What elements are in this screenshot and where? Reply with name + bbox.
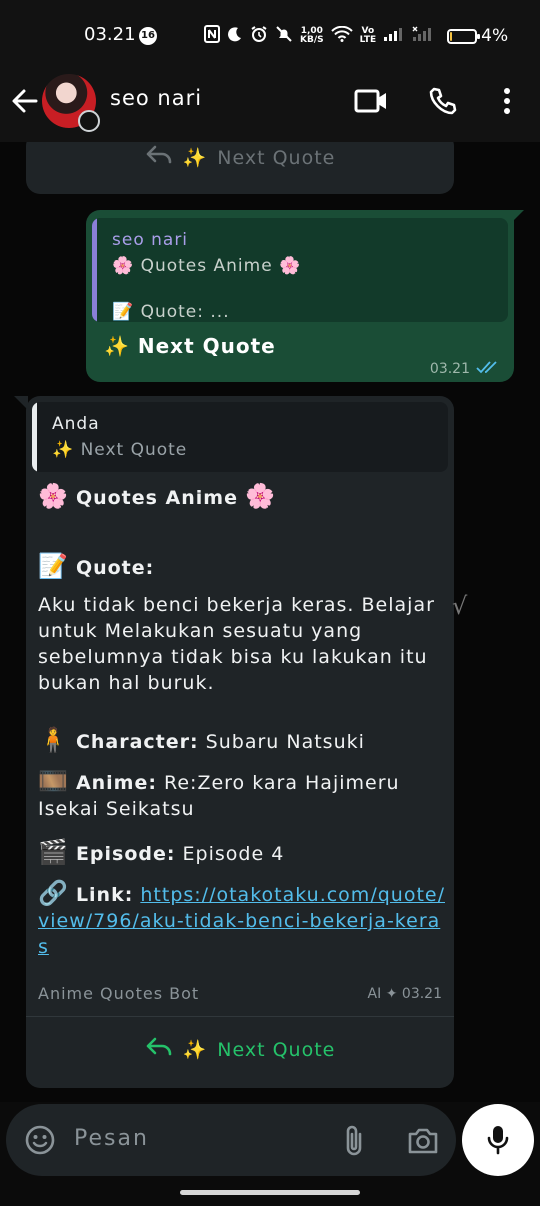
status-ring-icon	[78, 110, 100, 132]
clapper-board-icon: 🎬	[38, 838, 69, 866]
ai-sparkle-icon: ✦	[385, 986, 398, 1002]
emoji-icon[interactable]	[24, 1124, 56, 1160]
notification-count-badge: 16	[139, 27, 157, 45]
quoted-line-1: 🌸 Quotes Anime 🌸	[112, 256, 301, 276]
quoted-line-2: 📝 Quote: ...	[112, 302, 230, 322]
volte-bottom: LTE	[359, 35, 377, 45]
quoted-text-label: Next Quote	[80, 440, 188, 460]
incoming-message[interactable]: Anda ✨ Next Quote 🌸 Quotes Anime 🌸 📝 Quo…	[26, 396, 454, 1088]
quoted-message[interactable]: seo nari 🌸 Quotes Anime 🌸 📝 Quote: ...	[92, 218, 508, 322]
mute-bell-icon	[275, 25, 293, 47]
memo-icon: 📝	[38, 552, 69, 580]
cherry-blossom-icon: 🌸	[112, 256, 135, 276]
battery-indicator: 4%	[447, 26, 508, 46]
battery-icon	[447, 28, 481, 44]
message-time: 03.21	[401, 986, 442, 1002]
mic-button[interactable]	[462, 1104, 534, 1176]
bubble-tail	[508, 210, 524, 226]
character-label: Character:	[75, 731, 199, 753]
quote-label: Quote:	[75, 557, 155, 579]
divider	[26, 1016, 454, 1017]
message-time: 03.21	[429, 361, 470, 377]
attach-icon[interactable]	[340, 1124, 368, 1162]
link-icon: 🔗	[38, 879, 69, 907]
quoted-message[interactable]: Anda ✨ Next Quote	[32, 402, 448, 472]
double-check-icon	[476, 360, 500, 378]
person-icon: 🧍	[38, 726, 69, 754]
episode-value: Episode 4	[182, 843, 285, 865]
status-bar: 03.21 16 1,00 KB/S Vo LTE 4%	[0, 0, 540, 70]
nfc-icon	[204, 25, 220, 47]
quoted-quote: Quote: ...	[140, 302, 230, 322]
cherry-blossom-icon: 🌸	[279, 256, 302, 276]
message-title: 🌸 Quotes Anime 🌸	[38, 482, 446, 510]
memo-icon: 📝	[112, 302, 135, 322]
outgoing-text-label: Next Quote	[137, 334, 276, 358]
doodle-mark-icon: √	[452, 592, 468, 620]
sparkles-icon: ✨	[182, 147, 208, 169]
video-call-icon[interactable]	[354, 86, 388, 120]
next-quote-label: Next Quote	[217, 1038, 336, 1061]
quote-bar	[32, 402, 37, 472]
title-text: Quotes Anime	[75, 487, 238, 509]
message-input[interactable]: Pesan	[74, 1126, 149, 1151]
anime-label: Anime:	[75, 772, 157, 794]
signal-2-icon	[412, 26, 434, 46]
message-meta: AI ✦ 03.21	[368, 986, 442, 1002]
contact-name[interactable]: seo nari	[110, 86, 202, 110]
volte-indicator: Vo LTE	[360, 27, 377, 45]
ai-label: AI	[367, 986, 382, 1002]
next-quote-button[interactable]: ✨ Next Quote	[26, 1036, 454, 1063]
sparkles-icon: ✨	[52, 440, 75, 460]
sparkles-icon: ✨	[182, 1039, 208, 1061]
quoted-sender: Anda	[52, 414, 100, 434]
outgoing-message[interactable]: seo nari 🌸 Quotes Anime 🌸 📝 Quote: ... ✨…	[86, 210, 514, 382]
network-speed: 1,00 KB/S	[300, 27, 324, 45]
cherry-blossom-icon: 🌸	[38, 482, 69, 510]
chat-area[interactable]: ✨ Next Quote seo nari 🌸 Quotes Anime 🌸 📝…	[0, 142, 540, 1102]
link-line: 🔗 Link: https://otakotaku.com/quote/view…	[38, 880, 446, 960]
status-icons: 1,00 KB/S Vo LTE 4%	[204, 24, 508, 48]
phone-call-icon[interactable]	[428, 86, 458, 120]
quoted-sender: seo nari	[112, 230, 189, 250]
quote-heading: 📝 Quote:	[38, 552, 446, 580]
battery-percent: 4%	[481, 26, 509, 46]
outgoing-text: ✨ Next Quote	[104, 334, 276, 358]
moon-icon	[227, 26, 243, 46]
battery-fill	[450, 31, 453, 41]
message-input-bar[interactable]: Pesan	[6, 1104, 456, 1176]
next-quote-label: Next Quote	[217, 146, 336, 169]
home-indicator[interactable]	[180, 1190, 360, 1195]
previous-message-bubble: ✨ Next Quote	[26, 142, 454, 194]
mic-icon	[486, 1124, 510, 1160]
episode-label: Episode:	[75, 843, 176, 865]
alarm-icon	[250, 25, 268, 47]
chat-header: seo nari	[0, 70, 540, 142]
reply-arrow-icon	[145, 144, 173, 171]
quoted-title: Quotes Anime	[140, 256, 273, 276]
message-meta: 03.21	[430, 360, 500, 378]
quoted-text: ✨ Next Quote	[52, 440, 187, 460]
film-frames-icon: 🎞️	[38, 767, 69, 795]
reply-arrow-icon	[145, 1036, 173, 1063]
signal-icon	[383, 26, 405, 46]
character-value: Subaru Natsuki	[205, 731, 365, 753]
cherry-blossom-icon: 🌸	[245, 482, 276, 510]
episode-line: 🎬 Episode: Episode 4	[38, 838, 446, 866]
quote-bar	[92, 218, 97, 322]
status-time: 03.21	[84, 24, 136, 45]
bot-name: Anime Quotes Bot	[38, 984, 200, 1003]
anime-line: 🎞️ Anime: Re:Zero kara Hajimeru Isekai S…	[38, 768, 446, 822]
more-options-icon[interactable]	[498, 86, 516, 120]
net-speed-unit: KB/S	[300, 35, 324, 45]
character-line: 🧍 Character: Subaru Natsuki	[38, 726, 446, 754]
next-quote-button-previous[interactable]: ✨ Next Quote	[26, 142, 454, 171]
sparkles-icon: ✨	[104, 334, 130, 358]
back-arrow-icon[interactable]	[10, 86, 40, 116]
camera-icon[interactable]	[406, 1126, 440, 1160]
link-label: Link:	[75, 884, 134, 906]
quote-body: Aku tidak benci bekerja keras. Belajar u…	[38, 594, 435, 694]
wifi-icon	[330, 25, 353, 46]
